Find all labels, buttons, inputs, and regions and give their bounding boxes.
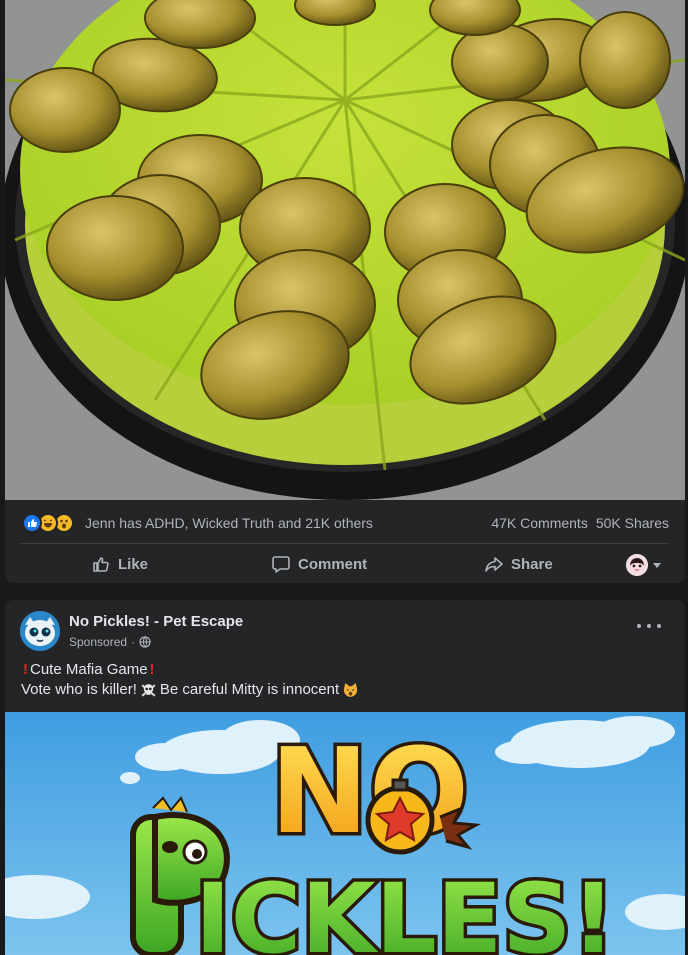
meta-separator: · <box>131 635 136 649</box>
comment-button[interactable]: Comment <box>271 548 367 580</box>
post-text-title: Cute Mafia Game <box>30 661 148 678</box>
more-options-button[interactable] <box>637 618 661 634</box>
share-icon <box>485 557 503 572</box>
sponsored-post-card: No Pickles! - Pet Escape Sponsored · ! C… <box>5 600 685 955</box>
sponsored-label[interactable]: Sponsored <box>69 635 127 649</box>
share-button[interactable]: Share <box>484 548 553 580</box>
post-photo[interactable] <box>5 0 685 500</box>
comment-label: Comment <box>298 555 368 573</box>
globe-icon <box>139 636 151 648</box>
exclamation-icon: ! <box>23 661 28 678</box>
logo-text-no: NO <box>270 722 469 860</box>
weary-cat-icon <box>344 682 358 697</box>
like-label: Like <box>118 555 149 573</box>
post-meta: Sponsored · <box>69 635 151 649</box>
shares-count[interactable]: 50K Shares <box>596 515 669 531</box>
post-text: ! Cute Mafia Game ! Vote who is killer! … <box>21 660 362 700</box>
reaction-icons[interactable] <box>22 513 82 533</box>
share-label: Share <box>511 555 553 573</box>
comments-count[interactable]: 47K Comments <box>491 515 587 531</box>
page-name[interactable]: No Pickles! - Pet Escape <box>69 613 243 630</box>
thumbs-up-icon <box>93 557 109 572</box>
logo-text-ickles: ICKLES! <box>195 863 615 955</box>
post-text-line-1: ! Cute Mafia Game ! <box>21 660 362 680</box>
like-reaction-icon <box>22 513 42 533</box>
post-text-body-b: Be careful Mitty is innocent <box>159 681 340 698</box>
exclamation-icon: ! <box>149 661 155 678</box>
ad-image[interactable]: NO ICKLES! <box>5 712 685 955</box>
cheesecake-image <box>5 0 685 500</box>
like-button[interactable]: Like <box>91 548 148 580</box>
reactions-row: Jenn has ADHD, Wicked Truth and 21K othe… <box>5 503 685 541</box>
user-avatar <box>626 554 648 576</box>
react-as-selector[interactable] <box>626 554 661 576</box>
engagement-counts: 47K Comments 50K Shares <box>483 515 669 531</box>
post-card: Jenn has ADHD, Wicked Truth and 21K othe… <box>5 0 685 583</box>
chevron-down-icon <box>653 562 661 568</box>
post-text-line-2: Vote who is killer! Be careful Mitty is … <box>21 680 362 700</box>
post-action-bar: Like Comment Share <box>5 544 685 583</box>
page-avatar[interactable] <box>20 611 60 651</box>
no-pickles-game-art: NO ICKLES! <box>5 712 685 955</box>
post-text-body-a: Vote who is killer! <box>21 681 137 698</box>
reaction-summary[interactable]: Jenn has ADHD, Wicked Truth and 21K othe… <box>85 515 373 531</box>
comment-icon <box>272 556 290 573</box>
skull-crossbones-icon <box>141 683 156 697</box>
